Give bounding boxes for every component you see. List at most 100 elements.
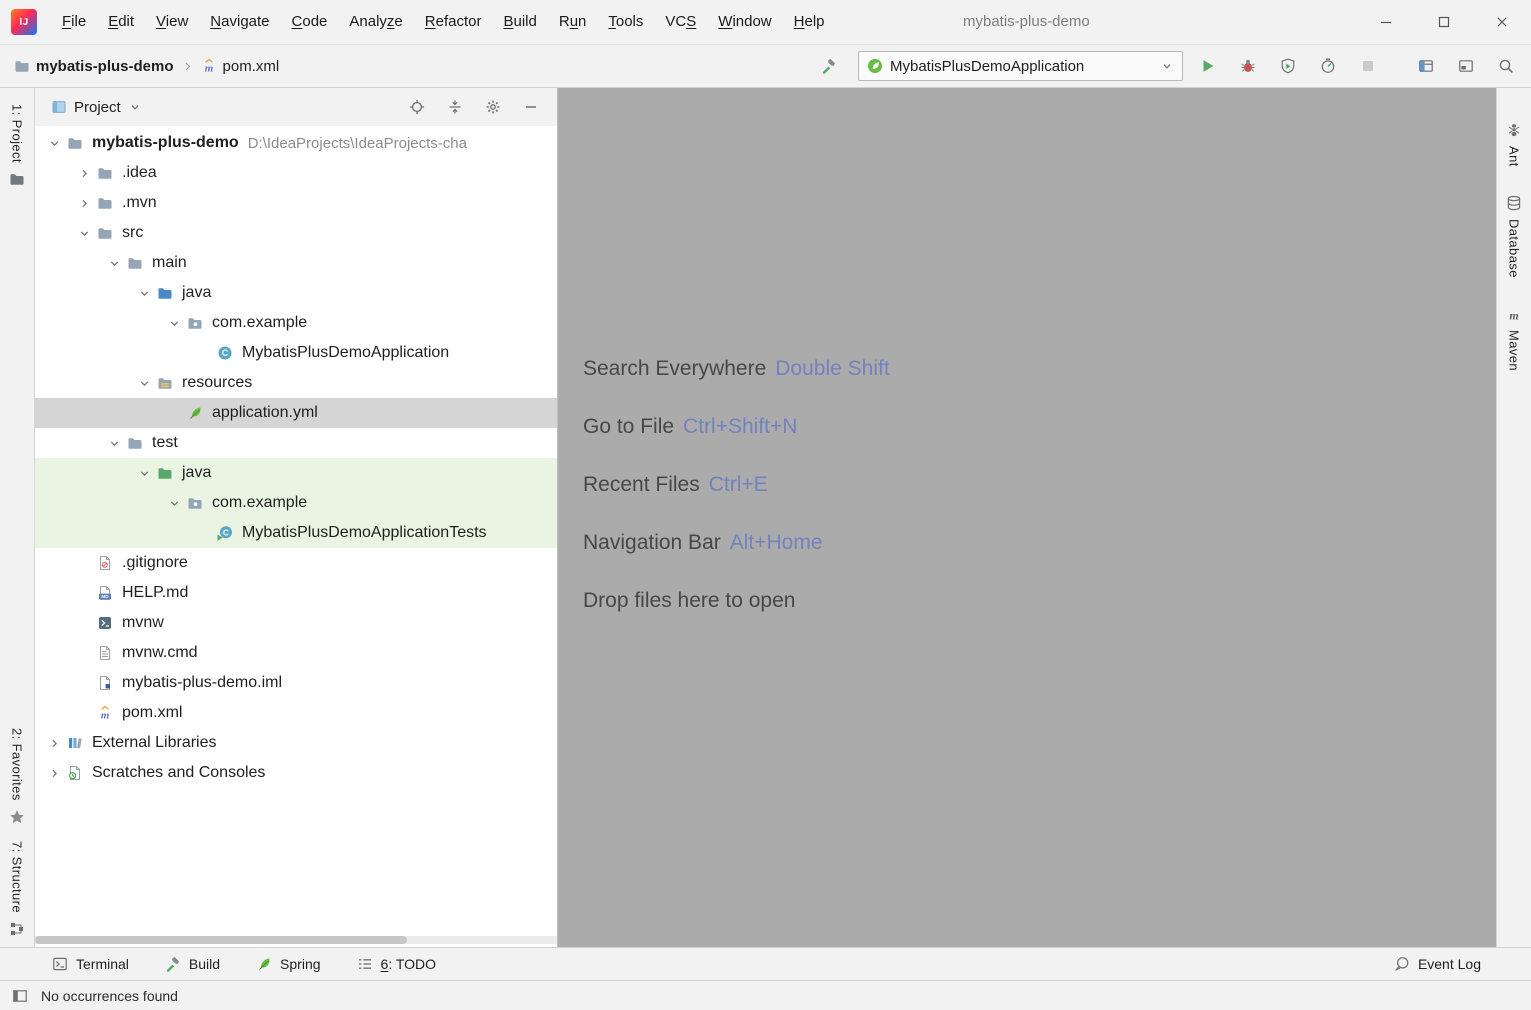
menu-window[interactable]: Window [707,0,782,44]
menu-help[interactable]: Help [783,0,836,44]
editor-area[interactable]: Search EverywhereDouble ShiftGo to FileC… [558,88,1496,947]
chevron-down-icon[interactable] [103,257,125,270]
tree-row-mybatisplusdemoapplicationtests[interactable]: CMybatisPlusDemoApplicationTests [35,518,557,548]
close-button[interactable] [1473,0,1531,44]
locate-button[interactable] [405,95,429,119]
tree-row-com-example[interactable]: com.example [35,308,557,338]
toolwindow-button-ant[interactable]: Ant [1506,122,1522,167]
toolwindow-bar-left: Terminal Build Spring 6: TODO [52,956,472,972]
minimize-button[interactable] [1357,0,1415,44]
chevron-right-icon[interactable] [73,167,95,180]
toolwindow-button-7-structure[interactable]: 7: Structure [9,841,25,937]
chevron-down-icon[interactable] [128,100,142,114]
tree-row-scratches-and-consoles[interactable]: Scratches and Consoles [35,758,557,788]
window-controls [1357,0,1531,44]
toolwindow-button-6-todo[interactable]: 6: TODO [357,956,437,972]
tree-row-mvn[interactable]: .mvn [35,188,557,218]
project-view-selector[interactable]: Project [74,99,121,116]
menubar: FileEditViewNavigateCodeAnalyzeRefactorB… [51,0,836,44]
menu-tools[interactable]: Tools [597,0,654,44]
tree-row-com-example[interactable]: com.example [35,488,557,518]
chevron-right-icon[interactable] [43,737,65,750]
breadcrumb-item-pom-xml[interactable]: mpom.xml [201,58,280,75]
preview-window-button[interactable] [1451,51,1481,81]
profile-button[interactable] [1313,51,1343,81]
menu-view[interactable]: View [145,0,199,44]
chevron-down-icon[interactable] [163,497,185,510]
chevron-right-icon[interactable] [43,767,65,780]
project-tree: mybatis-plus-demoD:\IdeaProjects\IdeaPro… [35,126,557,947]
run-button[interactable] [1193,51,1223,81]
tree-row-help-md[interactable]: MDHELP.md [35,578,557,608]
toolwindow-button-maven[interactable]: mMaven [1506,306,1522,371]
toolwindow-button-build[interactable]: Build [165,956,220,972]
tree-row-java[interactable]: java [35,278,557,308]
menu-analyze[interactable]: Analyze [338,0,413,44]
tree-row-main[interactable]: main [35,248,557,278]
project-structure-button[interactable] [1411,51,1441,81]
tree-item-label: mvnw.cmd [122,644,198,662]
run-configuration-select[interactable]: MybatisPlusDemoApplication [858,51,1183,81]
tree-row-gitignore[interactable]: .gitignore [35,548,557,578]
menu-run[interactable]: Run [548,0,598,44]
collapse-all-button[interactable] [443,95,467,119]
svg-text:MD: MD [101,594,109,599]
tree-row-mvnw-cmd[interactable]: mvnw.cmd [35,638,557,668]
tree-row-mvnw[interactable]: mvnw [35,608,557,638]
chevron-down-icon[interactable] [133,287,155,300]
toolwindow-button-terminal[interactable]: Terminal [52,956,129,972]
menu-build[interactable]: Build [492,0,547,44]
tree-row-resources[interactable]: resources [35,368,557,398]
chevron-down-icon[interactable] [133,467,155,480]
tree-row-mybatis-plus-demo[interactable]: mybatis-plus-demoD:\IdeaProjects\IdeaPro… [35,128,557,158]
project-path: D:\IdeaProjects\IdeaProjects-cha [248,135,467,152]
menu-refactor[interactable]: Refactor [414,0,493,44]
tree-row-pom-xml[interactable]: mpom.xml [35,698,557,728]
build-project-button[interactable] [814,51,844,81]
toolwindow-button-database[interactable]: Database [1506,195,1522,278]
toolwindow-button-1-project[interactable]: 1: Project [9,104,25,187]
tree-row-external-libraries[interactable]: External Libraries [35,728,557,758]
chevron-down-icon[interactable] [103,437,125,450]
toolwindow-button-2-favorites[interactable]: 2: Favorites [9,728,25,825]
toolwindow-button-spring[interactable]: Spring [256,956,320,972]
scrollbar-thumb[interactable] [35,936,407,944]
chevron-down-icon[interactable] [133,377,155,390]
profiler-icon [1320,58,1336,74]
tree-row-src[interactable]: src [35,218,557,248]
breadcrumb-separator-icon [181,60,194,73]
horizontal-scrollbar[interactable] [35,936,557,944]
menu-code[interactable]: Code [281,0,339,44]
shortcut-hint-search-everywhere: Search EverywhereDouble Shift [583,340,890,398]
chevron-down-icon[interactable] [73,227,95,240]
maximize-button[interactable] [1415,0,1473,44]
folder-source-icon [155,285,175,301]
tree-item-label: .gitignore [122,554,188,572]
tree-row-mybatis-plus-demo-iml[interactable]: mybatis-plus-demo.iml [35,668,557,698]
run-with-coverage-button[interactable] [1273,51,1303,81]
tree-row-test[interactable]: test [35,428,557,458]
debug-button[interactable] [1233,51,1263,81]
menu-file[interactable]: File [51,0,97,44]
chevron-down-icon[interactable] [163,317,185,330]
search-everywhere-button[interactable] [1491,51,1521,81]
stop-icon [1360,58,1376,74]
chevron-down-icon[interactable] [43,137,65,150]
tree-row-application-yml[interactable]: application.yml [35,398,557,428]
menu-vcs[interactable]: VCS [654,0,707,44]
breadcrumb-item-mybatis-plus-demo[interactable]: mybatis-plus-demo [14,58,174,75]
tree-row-mybatisplusdemoapplication[interactable]: CMybatisPlusDemoApplication [35,338,557,368]
tree-row-java[interactable]: java [35,458,557,488]
gear-button[interactable] [481,95,505,119]
toolwindow-toggle-icon[interactable] [12,988,28,1004]
chevron-right-icon[interactable] [73,197,95,210]
hide-button[interactable] [519,95,543,119]
class-icon: C [215,345,235,361]
libraries-icon [65,735,85,751]
shortcut-hint-drop-files-here-to-open: Drop files here to open [583,572,890,630]
right-toolwindow-stripe: Ant Database mMaven [1496,88,1531,947]
menu-edit[interactable]: Edit [97,0,145,44]
toolwindow-button-event-log[interactable]: Event Log [1394,956,1481,972]
menu-navigate[interactable]: Navigate [199,0,280,44]
tree-row-idea[interactable]: .idea [35,158,557,188]
